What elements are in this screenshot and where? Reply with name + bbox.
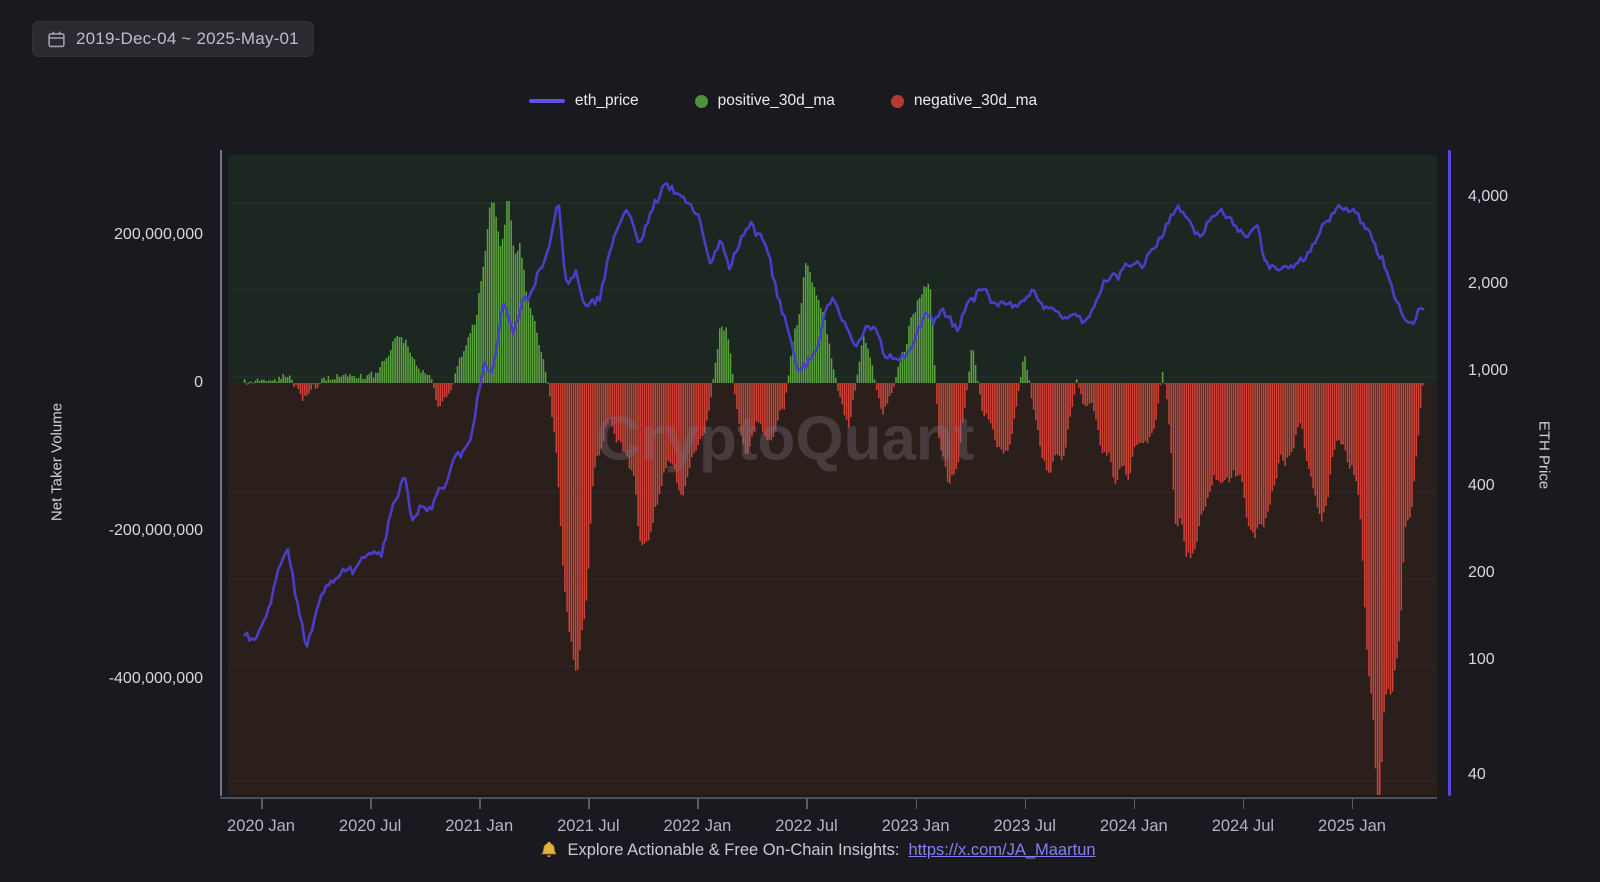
legend-line-swatch xyxy=(529,99,565,103)
x-axis-tick-label: 2024 Jul xyxy=(1212,817,1274,836)
x-axis-line xyxy=(220,797,1437,799)
right-axis-tick-label: 200 xyxy=(1468,564,1495,582)
right-axis-tick-label: 4,000 xyxy=(1468,188,1508,206)
x-axis-tick-label: 2023 Jan xyxy=(882,817,950,836)
x-axis-tick-mark xyxy=(1352,798,1354,809)
x-axis-tick-label: 2022 Jul xyxy=(775,817,837,836)
x-axis-tick-mark xyxy=(1025,798,1027,809)
x-axis-tick-mark xyxy=(697,798,699,809)
date-range-label: 2019-Dec-04 ~ 2025-May-01 xyxy=(76,29,299,49)
right-axis-line xyxy=(1448,150,1451,796)
x-axis-tick-label: 2021 Jul xyxy=(557,817,619,836)
legend-item-eth-price[interactable]: eth_price xyxy=(529,92,639,110)
x-axis-tick-mark xyxy=(261,798,263,809)
x-axis-tick-label: 2025 Jan xyxy=(1318,817,1386,836)
right-axis-title: ETH Price xyxy=(1536,421,1553,489)
right-axis-tick-label: 2,000 xyxy=(1468,275,1508,293)
legend-dot-swatch xyxy=(695,95,708,108)
x-axis-tick-mark xyxy=(479,798,481,809)
x-axis-tick-label: 2022 Jan xyxy=(663,817,731,836)
x-axis-tick-label: 2021 Jan xyxy=(445,817,513,836)
legend-label: eth_price xyxy=(575,92,639,110)
x-axis-tick-mark xyxy=(1134,798,1136,809)
right-axis-tick-label: 40 xyxy=(1468,766,1486,784)
chart-canvas xyxy=(0,0,1600,882)
left-axis-tick-label: -400,000,000 xyxy=(109,670,203,688)
right-axis-tick-label: 400 xyxy=(1468,477,1495,495)
right-axis-tick-label: 1,000 xyxy=(1468,362,1508,380)
date-range-badge[interactable]: 2019-Dec-04 ~ 2025-May-01 xyxy=(32,21,314,57)
x-axis-tick-mark xyxy=(588,798,590,809)
x-axis-tick-label: 2024 Jan xyxy=(1100,817,1168,836)
x-axis-tick-mark xyxy=(1243,798,1245,809)
legend-dot-swatch xyxy=(891,95,904,108)
x-axis-tick-label: 2023 Jul xyxy=(993,817,1055,836)
x-axis-tick-label: 2020 Jul xyxy=(339,817,401,836)
left-axis-tick-label: 0 xyxy=(194,374,203,392)
x-axis-tick-mark xyxy=(916,798,918,809)
footer: Explore Actionable & Free On-Chain Insig… xyxy=(18,841,1600,860)
x-axis-tick-mark xyxy=(370,798,372,809)
legend-label: negative_30d_ma xyxy=(914,92,1037,110)
left-axis-tick-label: -200,000,000 xyxy=(109,522,203,540)
calendar-icon xyxy=(47,30,66,49)
footer-link[interactable]: https://x.com/JA_Maartun xyxy=(908,841,1095,860)
legend-label: positive_30d_ma xyxy=(718,92,835,110)
left-axis-line xyxy=(220,150,222,796)
right-axis-tick-label: 100 xyxy=(1468,651,1495,669)
left-axis-title: Net Taker Volume xyxy=(49,403,66,521)
x-axis-tick-mark xyxy=(806,798,808,809)
legend-item-positive-30d-ma[interactable]: positive_30d_ma xyxy=(695,92,835,110)
legend-item-negative-30d-ma[interactable]: negative_30d_ma xyxy=(891,92,1037,110)
x-axis-tick-label: 2020 Jan xyxy=(227,817,295,836)
chart-page: CryptoQuant 2019-Dec-04 ~ 2025-May-01 et… xyxy=(0,0,1600,882)
footer-text: Explore Actionable & Free On-Chain Insig… xyxy=(567,841,899,860)
bell-icon xyxy=(540,841,558,860)
left-axis-tick-label: 200,000,000 xyxy=(114,226,203,244)
legend: eth_price positive_30d_ma negative_30d_ma xyxy=(0,92,1583,110)
